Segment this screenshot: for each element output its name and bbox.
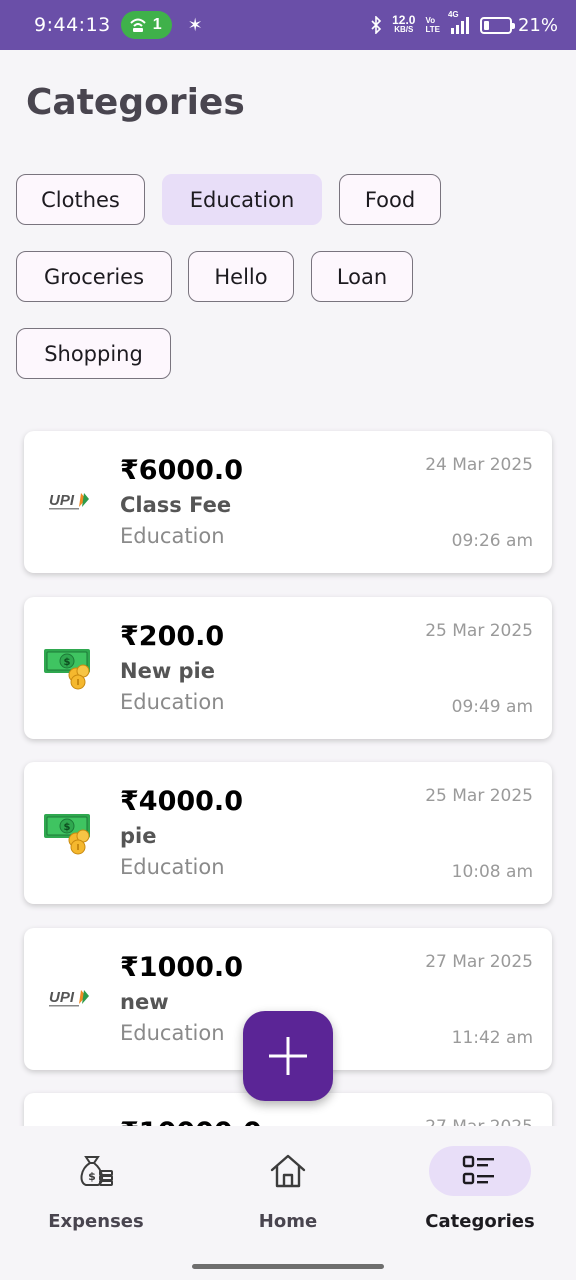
transaction-time: 09:49 am xyxy=(451,697,533,717)
chip-label: Education xyxy=(189,187,295,212)
hotspot-count: 1 xyxy=(152,16,162,33)
chip-label: Groceries xyxy=(43,264,145,289)
speed-unit: KB/S xyxy=(394,25,414,34)
transaction-amount: ₹6000.0 xyxy=(120,455,243,486)
svg-text:$: $ xyxy=(88,1170,96,1183)
chip-shopping[interactable]: Shopping xyxy=(16,328,171,379)
transaction-date: 25 Mar 2025 xyxy=(425,786,533,806)
nav-expenses[interactable]: $ Expenses xyxy=(0,1126,192,1256)
transaction-card[interactable]: $ ₹4000.0 pie Education 25 Mar 2025 10:0… xyxy=(24,762,552,904)
nav-home[interactable]: Home xyxy=(192,1126,384,1256)
transaction-card[interactable]: UPI ₹6000.0 Class Fee Education 24 Mar 2… xyxy=(24,431,552,573)
chip-label: Clothes xyxy=(41,187,120,212)
payment-method-icon: UPI xyxy=(42,976,94,1022)
plus-icon xyxy=(269,1037,307,1075)
transaction-note: new xyxy=(120,990,169,1014)
list-icon xyxy=(462,1155,494,1185)
transaction-note: New pie xyxy=(120,659,216,683)
network-speed: 12.0 KB/S xyxy=(392,13,416,35)
nav-label: Home xyxy=(258,1211,318,1232)
transaction-date: 24 Mar 2025 xyxy=(425,455,533,475)
volte-indicator: Vo LTE xyxy=(425,16,440,34)
chip-label: Shopping xyxy=(44,341,143,366)
transaction-time: 11:42 am xyxy=(451,1028,533,1048)
payment-method-icon: $ xyxy=(42,810,94,856)
upi-icon: UPI xyxy=(49,989,89,1007)
transaction-category: Education xyxy=(120,690,225,714)
svg-text:UPI: UPI xyxy=(49,989,75,1006)
transaction-time: 09:26 am xyxy=(451,531,533,551)
chip-groceries[interactable]: Groceries xyxy=(16,251,172,302)
transaction-category: Education xyxy=(120,1021,225,1045)
chip-label: Hello xyxy=(214,264,268,289)
chip-education[interactable]: Education xyxy=(162,174,322,225)
signal-4g: 4G xyxy=(448,10,470,34)
chip-food[interactable]: Food xyxy=(339,174,441,225)
battery-indicator: 21% xyxy=(479,14,558,36)
chip-loan[interactable]: Loan xyxy=(311,251,413,302)
page-title: Categories xyxy=(26,82,245,123)
nav-label: Expenses xyxy=(48,1211,144,1232)
transaction-note: Class Fee xyxy=(120,493,232,517)
cash-icon: $ xyxy=(44,649,90,690)
gesture-bar xyxy=(192,1264,384,1269)
upi-icon: UPI xyxy=(49,492,89,510)
chip-label: Loan xyxy=(336,264,388,289)
svg-text:$: $ xyxy=(64,822,71,833)
cash-icon: $ xyxy=(44,814,90,855)
money-bag-icon: $ xyxy=(80,1156,113,1186)
transaction-category: Education xyxy=(120,855,225,879)
sparkle-icon: ✶ xyxy=(187,14,203,35)
bluetooth-icon xyxy=(371,16,382,34)
chip-hello[interactable]: Hello xyxy=(188,251,294,302)
chip-label: Food xyxy=(364,187,416,212)
status-time: 9:44:13 xyxy=(34,14,111,36)
transaction-card[interactable]: $ ₹200.0 New pie Education 25 Mar 2025 0… xyxy=(24,597,552,739)
nav-categories[interactable]: Categories xyxy=(384,1126,576,1256)
transaction-amount: ₹4000.0 xyxy=(120,786,243,817)
payment-method-icon: UPI xyxy=(42,479,94,525)
battery-icon xyxy=(479,16,515,34)
battery-percent: 21% xyxy=(517,14,558,36)
speed-value: 12.0 xyxy=(392,13,416,27)
payment-method-icon: $ xyxy=(42,645,94,691)
svg-text:$: $ xyxy=(64,657,71,668)
nav-label: Categories xyxy=(425,1211,535,1232)
volte-bottom: LTE xyxy=(425,25,440,34)
chip-clothes[interactable]: Clothes xyxy=(16,174,145,225)
bottom-navigation: $ Expenses Home Categories xyxy=(0,1126,576,1280)
transaction-amount: ₹1000.0 xyxy=(120,952,243,983)
volte-top: Vo xyxy=(425,16,436,25)
home-icon xyxy=(270,1154,306,1188)
add-expense-button[interactable] xyxy=(243,1011,333,1101)
wifi-hotspot-icon xyxy=(130,18,146,32)
status-bar: 9:44:13 1 ✶ 12.0 KB/S Vo LTE 4G 21% xyxy=(0,0,576,50)
transaction-date: 25 Mar 2025 xyxy=(425,621,533,641)
battery-fill xyxy=(483,20,489,30)
transaction-category: Education xyxy=(120,524,225,548)
transaction-time: 10:08 am xyxy=(451,862,533,882)
transaction-amount: ₹200.0 xyxy=(120,621,225,652)
svg-text:UPI: UPI xyxy=(49,492,75,509)
transaction-date: 27 Mar 2025 xyxy=(425,952,533,972)
transaction-note: pie xyxy=(120,824,157,848)
hotspot-indicator: 1 xyxy=(120,11,172,39)
network-type: 4G xyxy=(447,10,459,19)
